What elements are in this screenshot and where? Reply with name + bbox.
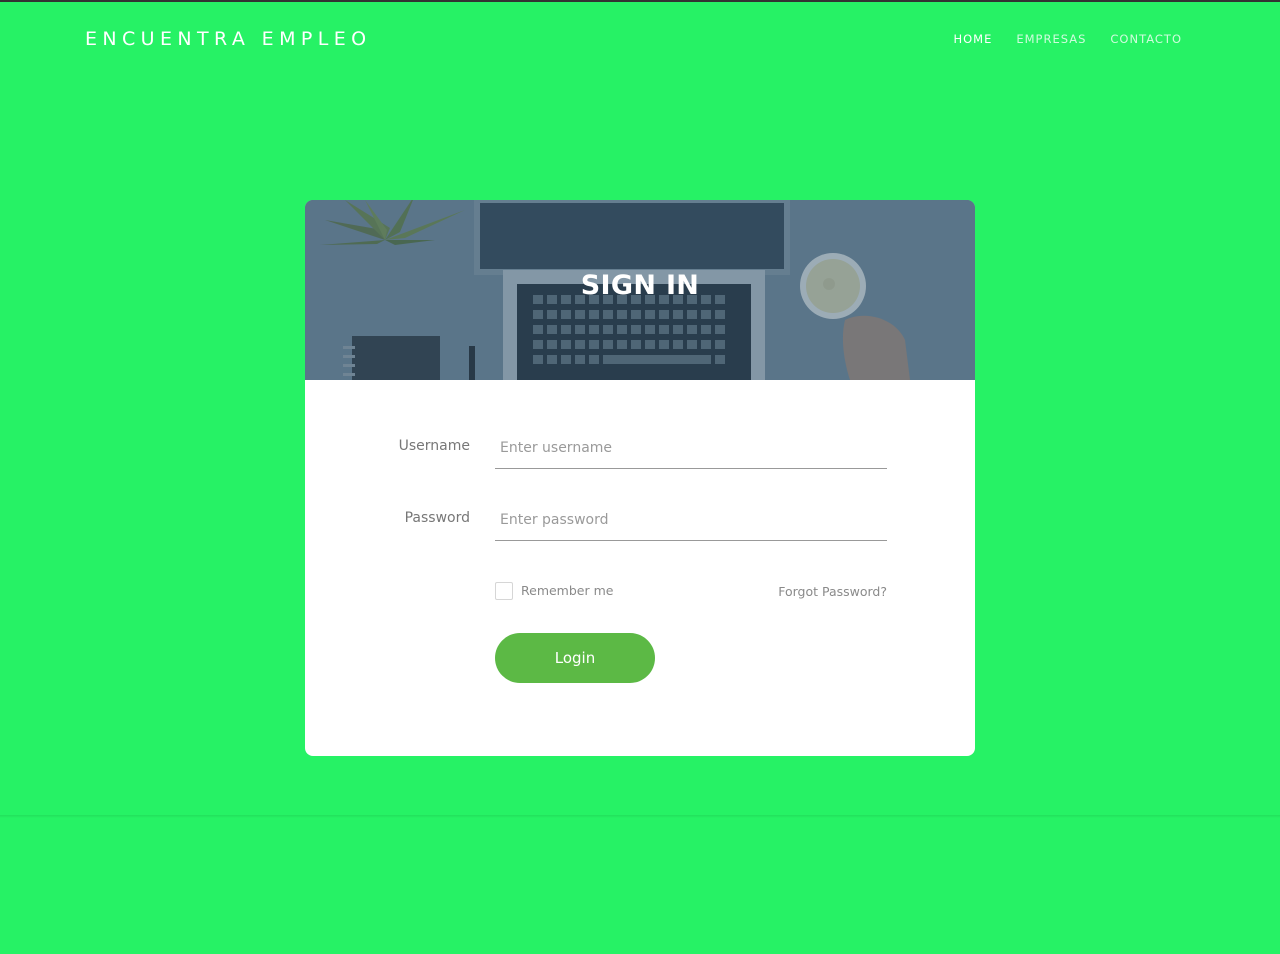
username-input[interactable] <box>495 428 887 469</box>
nav-home[interactable]: HOME <box>953 32 992 46</box>
signin-form: Username Password Remember me Forgot Pas… <box>305 380 975 756</box>
password-row: Password <box>305 500 975 550</box>
card-header-image: SIGN IN <box>305 200 975 380</box>
login-button[interactable]: Login <box>495 633 655 683</box>
username-label: Username <box>398 438 470 454</box>
remember-me-checkbox[interactable] <box>495 582 513 600</box>
remember-me-label[interactable]: Remember me <box>521 583 613 598</box>
password-label: Password <box>404 510 470 526</box>
card-title: SIGN IN <box>580 270 700 301</box>
forgot-password-link[interactable]: Forgot Password? <box>778 584 887 599</box>
remember-forgot-row: Remember me Forgot Password? <box>495 582 887 602</box>
brand-logo[interactable]: ENCUENTRA EMPLEO <box>85 28 371 50</box>
signin-card: SIGN IN Username Password Remember me Fo… <box>305 200 975 756</box>
footer-divider <box>0 815 1280 818</box>
nav-contacto[interactable]: CONTACTO <box>1110 32 1182 46</box>
nav-empresas[interactable]: EMPRESAS <box>1016 32 1086 46</box>
main-nav: HOME EMPRESAS CONTACTO <box>953 32 1182 46</box>
password-input[interactable] <box>495 500 887 541</box>
navbar: ENCUENTRA EMPLEO HOME EMPRESAS CONTACTO <box>0 2 1280 76</box>
username-row: Username <box>305 428 975 478</box>
